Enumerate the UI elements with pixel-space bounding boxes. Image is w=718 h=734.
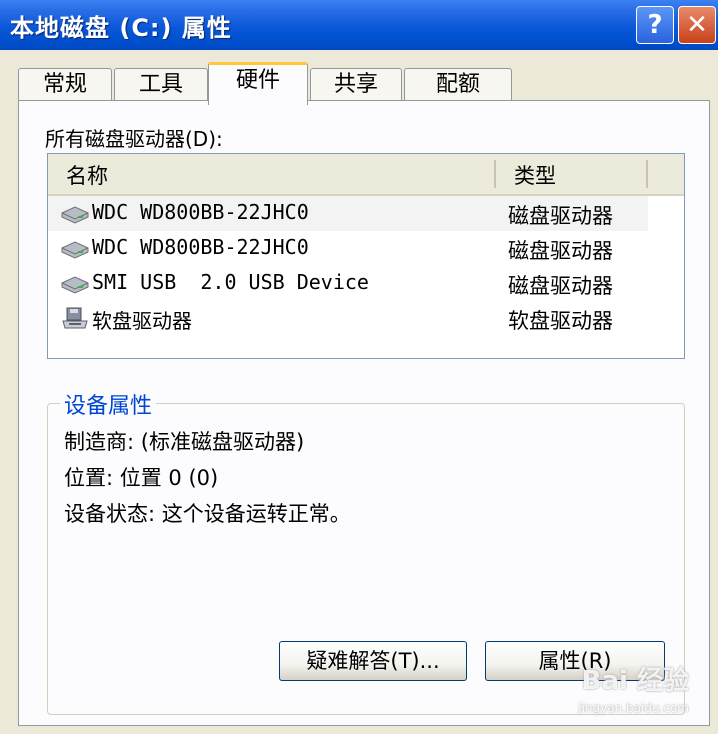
group-title: 设备属性 [60,388,157,420]
list-item[interactable]: 软盘驱动器 软盘驱动器 [48,301,684,336]
drive-type: 软盘驱动器 [508,309,613,333]
tab-sharing[interactable]: 共享 [310,68,402,101]
list-item[interactable]: SMI USB 2.0 USB Device 磁盘驱动器 [48,266,684,301]
list-header: 名称 类型 [48,154,684,196]
tab-hardware[interactable]: 硬件 [208,62,308,105]
drives-list[interactable]: 名称 类型 WDC WD800BB-22JHC0 磁盘驱动器 WDC WD800… [47,153,685,359]
hard-disk-icon [61,241,89,259]
drives-label: 所有磁盘驱动器(D): [45,127,223,151]
troubleshoot-button[interactable]: 疑难解答(T)... [279,641,467,681]
hard-disk-icon [61,206,89,224]
watermark-logo: Bai 经验 [581,666,689,696]
column-header-name[interactable]: 名称 [66,160,108,190]
list-item[interactable]: WDC WD800BB-22JHC0 磁盘驱动器 [48,196,648,231]
floppy-drive-icon [62,307,88,329]
help-button[interactable]: ? [636,6,674,44]
tab-quota[interactable]: 配额 [404,68,512,101]
drive-name: SMI USB 2.0 USB Device [92,270,369,294]
drive-name: WDC WD800BB-22JHC0 [92,235,309,259]
close-icon: ✕ [686,10,708,40]
watermark-url: jingyan.baidu.com [578,701,689,715]
tab-general[interactable]: 常规 [18,68,112,101]
drive-type: 磁盘驱动器 [508,274,613,298]
hard-disk-icon [61,276,89,294]
drive-name: WDC WD800BB-22JHC0 [92,200,309,224]
drive-type: 磁盘驱动器 [508,204,613,228]
column-header-type[interactable]: 类型 [514,160,556,190]
properties-window: 本地磁盘 (C:) 属性 ? ✕ 常规 工具 硬件 共享 配额 所有磁盘驱动器(… [0,0,718,734]
list-item[interactable]: WDC WD800BB-22JHC0 磁盘驱动器 [48,231,684,266]
column-divider[interactable] [646,160,648,188]
location-text: 位置: 位置 0 (0) [64,466,219,490]
help-icon: ? [647,10,663,40]
close-button[interactable]: ✕ [678,6,716,44]
column-divider[interactable] [494,160,496,188]
window-title: 本地磁盘 (C:) 属性 [10,14,232,42]
tab-panel-hardware: 所有磁盘驱动器(D): 名称 类型 WDC WD800BB-22JHC0 磁盘驱… [18,100,710,726]
tab-tools[interactable]: 工具 [114,68,208,101]
device-status-text: 设备状态: 这个设备运转正常。 [64,502,351,526]
title-bar[interactable]: 本地磁盘 (C:) 属性 ? ✕ [0,0,718,50]
drive-type: 磁盘驱动器 [508,239,613,263]
drive-name: 软盘驱动器 [92,309,192,333]
manufacturer-text: 制造商: (标准磁盘驱动器) [64,430,305,454]
tab-strip: 常规 工具 硬件 共享 配额 [18,62,708,105]
